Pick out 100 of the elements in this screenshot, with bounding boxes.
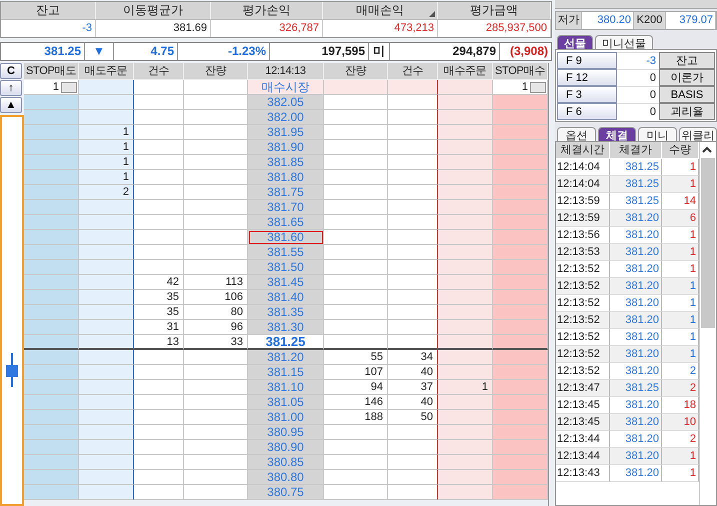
order-book-cell[interactable]: 188 [324,410,388,425]
column-header[interactable]: 평가금액 [438,2,551,19]
order-book-cell[interactable]: 50 [388,410,438,425]
info-button[interactable]: 괴리율 [659,103,715,120]
order-book-cell[interactable]: 42 [134,275,184,290]
order-book-cell[interactable] [388,95,438,110]
order-book-cell[interactable] [184,260,248,275]
tab[interactable]: 선물 [557,35,593,49]
order-book-cell[interactable] [79,425,134,440]
order-book-cell[interactable] [493,155,548,170]
order-book-cell[interactable]: 1 [79,125,134,140]
order-book-cell[interactable] [324,245,388,260]
resize-corner-icon[interactable] [429,11,435,17]
order-book-cell[interactable] [79,440,134,455]
order-book-cell[interactable] [184,185,248,200]
order-book-cell[interactable] [388,110,438,125]
order-book-cell[interactable] [134,185,184,200]
order-book-cell[interactable] [388,260,438,275]
order-book-cell[interactable] [134,425,184,440]
order-book-cell[interactable]: 1 [79,140,134,155]
futures-month-button[interactable]: F 9 [557,52,617,69]
order-book-cell[interactable] [324,170,388,185]
order-book-cell[interactable]: 55 [324,350,388,365]
order-book-cell[interactable] [184,440,248,455]
order-book-cell[interactable] [134,455,184,470]
order-book-cell[interactable] [24,335,79,350]
order-book-cell[interactable]: 146 [324,395,388,410]
order-book-cell[interactable] [79,200,134,215]
order-book-cell[interactable] [493,110,548,125]
order-book-cell[interactable]: 1 [438,380,493,395]
order-book-cell[interactable] [388,215,438,230]
tab[interactable]: 옵션 [557,127,596,141]
order-book-cell[interactable] [79,230,134,245]
order-book-cell[interactable] [324,335,388,350]
order-book-cell[interactable] [493,350,548,365]
order-book-cell[interactable] [24,95,79,110]
order-book-cell[interactable] [324,320,388,335]
order-book-cell[interactable] [388,320,438,335]
order-book-cell[interactable] [438,95,493,110]
order-book-cell[interactable] [79,335,134,350]
order-book-cell[interactable] [493,320,548,335]
order-book-cell[interactable] [493,425,548,440]
order-book-cell[interactable] [493,95,548,110]
order-book-cell[interactable] [324,230,388,245]
order-book-cell[interactable] [388,275,438,290]
order-book-cell[interactable]: 40 [388,365,438,380]
order-book-cell[interactable] [134,260,184,275]
tab[interactable]: 미니 [638,127,676,141]
order-book-cell[interactable] [324,455,388,470]
order-book-cell[interactable] [24,170,79,185]
order-book-cell[interactable] [79,485,134,500]
order-book-cell[interactable] [438,290,493,305]
scroll-top-button[interactable]: ▲ [0,97,22,113]
info-button[interactable]: 잔고 [659,52,715,69]
order-book-cell[interactable] [79,290,134,305]
order-book-cell[interactable] [134,485,184,500]
order-book-cell[interactable] [388,455,438,470]
order-book-cell[interactable] [438,155,493,170]
order-book-cell[interactable] [324,95,388,110]
order-book-cell[interactable] [134,200,184,215]
order-book-cell[interactable] [438,260,493,275]
order-book-cell[interactable] [24,485,79,500]
order-book-cell[interactable] [79,245,134,260]
order-book-cell[interactable] [324,470,388,485]
order-book-cell[interactable] [438,170,493,185]
order-book-cell[interactable]: 40 [388,395,438,410]
order-book-cell[interactable] [438,350,493,365]
order-book-cell[interactable]: 96 [184,320,248,335]
order-book-cell[interactable] [388,80,438,95]
order-book-cell[interactable] [134,410,184,425]
up-button[interactable]: ↑ [0,80,22,96]
order-book-cell[interactable] [134,365,184,380]
order-book-cell[interactable] [79,95,134,110]
order-book-cell[interactable] [438,395,493,410]
order-book-cell[interactable] [324,485,388,500]
futures-month-button[interactable]: F 6 [557,103,617,120]
order-book-cell[interactable] [388,230,438,245]
order-book-cell[interactable] [134,140,184,155]
order-book-cell[interactable] [79,395,134,410]
order-book-cell[interactable]: 37 [388,380,438,395]
order-book-cell[interactable] [184,170,248,185]
order-book-cell[interactable] [493,290,548,305]
order-book-cell[interactable] [134,170,184,185]
order-book-cell[interactable] [79,215,134,230]
order-book-cell[interactable] [438,125,493,140]
order-book-cell[interactable] [184,215,248,230]
order-book-cell[interactable] [493,125,548,140]
order-book-cell[interactable] [438,425,493,440]
order-book-cell[interactable] [134,95,184,110]
order-book-cell[interactable] [438,410,493,425]
order-book-cell[interactable] [388,185,438,200]
order-book-cell[interactable] [134,245,184,260]
order-book-cell[interactable] [493,200,548,215]
quantity-spinner[interactable]: 1 [493,80,548,95]
order-book-cell[interactable] [184,200,248,215]
order-book-cell[interactable] [438,230,493,245]
order-book-cell[interactable] [493,470,548,485]
order-book-cell[interactable] [493,230,548,245]
info-button[interactable]: 이론가 [659,69,715,86]
order-book-cell[interactable] [24,185,79,200]
